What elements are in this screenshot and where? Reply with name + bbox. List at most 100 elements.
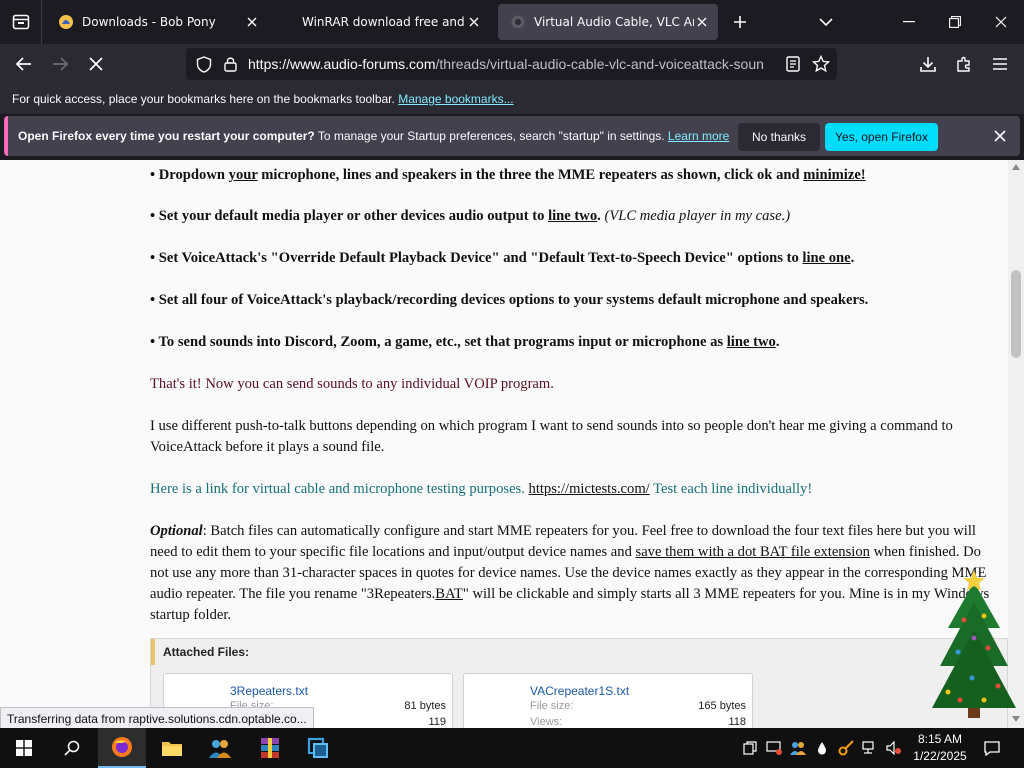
lock-icon[interactable] [224,56,237,72]
tray-network[interactable] [860,738,880,758]
windows-logo-icon [16,740,32,756]
plus-icon [734,16,746,28]
chevron-down-icon [819,18,833,27]
file-views-value: 119 [428,716,446,728]
stop-icon [89,57,103,71]
url-host: https://www.audio-forums.com [248,56,436,72]
folder-icon [162,742,182,756]
tray-key[interactable] [836,738,856,758]
download-icon [920,57,936,72]
attached-files-header: Attached Files: [151,639,1007,665]
windows-taskbar: 8:15 AM 1/22/2025 [0,728,1024,768]
page-content: • Dropdown your microphone, lines and sp… [0,160,1008,728]
url-path: /threads/virtual-audio-cable-vlc-and-voi… [435,56,764,72]
file-name-link[interactable]: VACrepeater1S.txt [530,684,629,698]
tab-title: WinRAR download free and sup [302,15,468,29]
no-thanks-button[interactable]: No thanks [738,123,820,151]
droplet-icon [818,742,826,755]
app-menu-button[interactable] [984,48,1016,80]
tab-strip: Downloads - Bob Pony WinRAR download fre… [0,0,1024,44]
tab-title: Downloads - Bob Pony [82,15,216,29]
hamburger-menu-icon [993,58,1007,70]
close-icon [994,130,1006,142]
taskbar-app-people[interactable] [196,728,244,768]
close-icon[interactable] [244,14,260,30]
close-window-button[interactable] [978,0,1024,44]
forward-button[interactable] [44,48,76,80]
instruction-send-sounds: • To send sounds into Discord, Zoom, a g… [150,334,780,350]
status-panel: Transferring data from raptive.solutions… [0,707,314,729]
audio-forums-favicon-icon [511,15,525,29]
close-icon [995,16,1007,28]
tab-downloads-bob-pony[interactable]: Downloads - Bob Pony [46,4,268,40]
instruction-voiceattack-devices: • Set all four of VoiceAttack's playback… [150,292,869,308]
tab-winrar[interactable]: WinRAR download free and sup [278,4,490,40]
network-icon [862,741,874,754]
clock-time: 8:15 AM [917,732,963,746]
startup-notification-bar: Open Firefox every time you restart your… [4,116,1020,156]
stop-loading-button[interactable] [80,48,112,80]
learn-more-link[interactable]: Learn more [668,129,729,143]
virtualbox-icon [307,737,328,758]
tab-title: Virtual Audio Cable, VLC And V [534,15,694,29]
notification-body: To manage your Startup preferences, sear… [317,129,665,143]
manage-bookmarks-link[interactable]: Manage bookmarks... [398,92,513,106]
extensions-button[interactable] [948,48,980,80]
instruction-media-player: • Set your default media player or other… [150,208,791,224]
list-all-tabs-button[interactable] [810,6,842,38]
firefox-icon [112,737,132,757]
instruction-dropdown: • Dropdown your microphone, lines and sp… [150,167,866,183]
taskbar-firefox[interactable] [98,728,146,768]
push-to-talk-text: I use different push-to-talk buttons dep… [150,418,953,455]
window-stack-icon [743,741,757,755]
tab-virtual-audio-cable[interactable]: Virtual Audio Cable, VLC And V [498,4,718,40]
people-icon [790,742,806,755]
new-tab-button[interactable] [724,6,756,38]
scrollbar-thumb[interactable] [1011,270,1021,358]
close-icon[interactable] [694,14,710,30]
tray-people[interactable] [788,738,808,758]
search-icon [64,740,80,756]
firefox-view-icon [12,14,29,30]
scroll-up-arrow-icon[interactable] [1012,164,1020,170]
christmas-tree-decoration [932,570,1016,718]
taskbar-file-explorer[interactable] [148,728,196,768]
file-name-link[interactable]: 3Repeaters.txt [230,684,308,698]
taskbar-winrar[interactable] [246,728,294,768]
back-button[interactable] [8,48,40,80]
navigation-toolbar: https://www.audio-forums.com/threads/vir… [0,44,1024,84]
taskbar-virtualbox[interactable] [294,728,342,768]
mictests-link[interactable]: https://mictests.com/ [529,481,650,497]
tray-volume-muted[interactable] [884,738,904,758]
bob-pony-favicon-icon [59,15,73,29]
key-icon [838,740,854,756]
tracking-protection-shield-icon[interactable] [196,56,212,73]
downloads-button[interactable] [912,48,944,80]
file-views-value: 118 [728,716,746,728]
users-app-icon [209,740,231,758]
back-arrow-icon [16,57,31,71]
tray-droplet[interactable] [812,738,832,758]
search-button[interactable] [48,728,96,768]
url-text[interactable]: https://www.audio-forums.com/threads/vir… [248,56,778,72]
tray-task-view[interactable] [740,738,760,758]
bookmark-star-icon[interactable] [812,55,830,73]
testing-link-text: Here is a link for virtual cable and mic… [150,481,813,497]
close-notification-button[interactable] [990,126,1010,146]
close-icon[interactable] [466,14,482,30]
restore-button[interactable] [932,0,978,44]
action-center-button[interactable] [982,738,1002,758]
tray-screen-snip[interactable] [764,738,784,758]
start-button[interactable] [0,728,48,768]
yes-open-firefox-button[interactable]: Yes, open Firefox [825,123,938,151]
thats-it-text: That's it! Now you can send sounds to an… [150,376,554,392]
address-bar[interactable]: https://www.audio-forums.com/threads/vir… [186,48,837,80]
minimize-button[interactable] [886,0,932,44]
restore-icon [949,16,961,28]
forward-arrow-icon [53,57,68,71]
firefox-view-button[interactable] [0,0,42,44]
reader-view-icon[interactable] [786,56,800,72]
attached-file-card[interactable]: VACrepeater1S.txt File size: 165 bytes V… [463,673,753,728]
system-clock[interactable]: 8:15 AM 1/22/2025 [906,731,974,765]
instruction-voiceattack-override: • Set VoiceAttack's "Override Default Pl… [150,250,855,266]
